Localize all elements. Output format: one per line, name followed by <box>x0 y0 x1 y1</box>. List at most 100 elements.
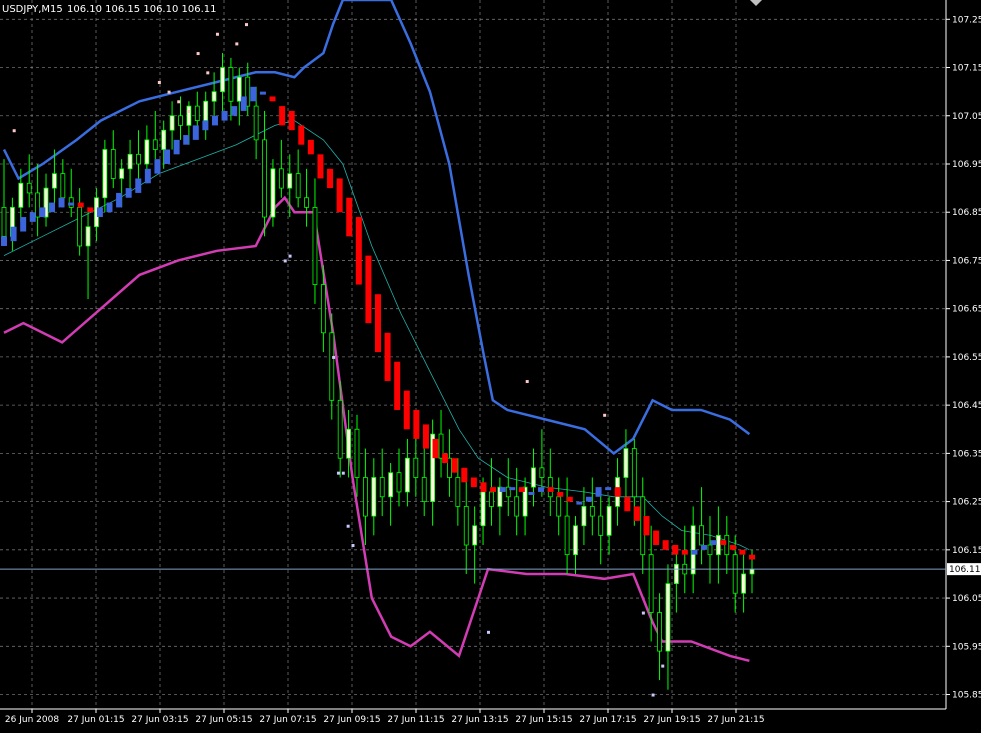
candle-body <box>262 139 267 218</box>
haiken-bar <box>192 125 199 140</box>
haiken-bar <box>394 361 401 410</box>
haiken-bar <box>96 207 103 218</box>
candle-body <box>388 472 394 498</box>
haiken-bar <box>422 424 429 449</box>
candle-body <box>152 139 158 150</box>
candle-body <box>573 525 578 556</box>
haiken-bar <box>576 501 583 505</box>
haiken-bar <box>125 188 132 198</box>
x-tick-label: 27 Jun 09:15 <box>323 715 380 725</box>
signal-dot-down <box>341 471 345 475</box>
haiken-bar <box>403 390 410 430</box>
haiken-bar <box>633 506 640 521</box>
haiken-bar <box>279 106 286 126</box>
candle-body <box>371 477 377 517</box>
y-tick-label: 106.75 <box>952 256 981 266</box>
candle-body <box>648 554 654 613</box>
x-tick-label: 27 Jun 17:15 <box>579 715 636 725</box>
candle-body <box>228 67 234 102</box>
candle-body <box>379 477 385 498</box>
candle-body <box>749 568 755 575</box>
haiken-bar <box>605 487 612 491</box>
y-tick-label: 106.65 <box>952 305 981 315</box>
candle-body <box>186 105 192 126</box>
haiken-bar <box>461 467 468 483</box>
candle-body <box>631 448 637 498</box>
candle-body <box>52 173 57 189</box>
candle-body <box>354 428 360 478</box>
candle-body <box>531 467 536 488</box>
haiken-bar <box>538 487 545 492</box>
ohlc-readout: 106.10 106.15 106.10 106.11 <box>67 4 217 15</box>
signal-dot-down <box>346 524 350 528</box>
chart-area[interactable]: 107.25 107.15 107.05 106.95 106.85 106.75 106.… <box>0 0 981 729</box>
haiken-bar <box>729 545 736 550</box>
signal-dot-up <box>206 71 210 75</box>
x-tick-label: 27 Jun 05:15 <box>195 715 252 725</box>
x-tick-label: 27 Jun 03:15 <box>131 715 188 725</box>
haiken-bar <box>211 115 218 126</box>
candle-body <box>657 612 662 652</box>
candle-body <box>606 506 612 536</box>
candle-body <box>455 477 461 507</box>
haiken-bar <box>1 236 7 246</box>
haiken-bar <box>365 255 372 324</box>
candle-body <box>623 448 629 478</box>
haiken-bar <box>518 487 525 492</box>
haiken-bar <box>509 487 516 491</box>
haiken-bar <box>547 487 554 492</box>
y-tick-label: 105.95 <box>952 642 981 652</box>
candle-body <box>489 491 494 507</box>
haiken-bar <box>480 482 487 492</box>
candle-body <box>724 534 730 556</box>
x-tick-label: 27 Jun 11:15 <box>387 715 444 725</box>
candle-body <box>85 226 91 247</box>
candle-body <box>707 544 713 556</box>
signal-dot-up <box>525 380 529 384</box>
candle-body <box>337 399 343 459</box>
signal-dot-down <box>283 259 287 263</box>
x-tick-label: 27 Jun 19:15 <box>643 715 700 725</box>
candle-body <box>514 496 520 517</box>
y-tick-label: 105.85 <box>952 691 981 701</box>
haiken-bar <box>432 438 439 459</box>
y-tick-label: 106.55 <box>952 353 981 363</box>
candle-body <box>715 534 721 556</box>
candle-body <box>220 67 225 93</box>
signal-dot-up <box>215 32 219 36</box>
x-tick-label: 27 Jun 07:15 <box>259 715 316 725</box>
y-tick-label: 106.85 <box>952 208 981 218</box>
haiken-bar <box>346 197 353 237</box>
haiken-bar <box>29 212 36 222</box>
candle-body <box>253 105 259 141</box>
candle-body <box>556 496 562 517</box>
candle-body <box>741 573 746 594</box>
candle-body <box>320 284 326 334</box>
y-tick-label: 106.05 <box>952 594 981 604</box>
candle-body <box>136 153 141 165</box>
haiken-bar <box>77 202 84 208</box>
haiken-bar <box>355 217 362 285</box>
haiken-bar <box>144 168 151 184</box>
candle-body <box>581 506 587 527</box>
candle-body <box>26 182 32 194</box>
haiken-bar <box>624 496 631 512</box>
haiken-bar <box>106 202 113 213</box>
haiken-bar <box>653 530 660 546</box>
y-tick-label: 106.15 <box>952 546 981 556</box>
haiken-bar <box>231 106 238 116</box>
price-chart[interactable]: 107.25 107.15 107.05 106.95 106.85 106.75 106.… <box>0 0 981 729</box>
signal-dot-up <box>235 42 239 46</box>
candle-body <box>127 153 133 170</box>
haiken-bar <box>39 207 46 218</box>
candle-body <box>564 515 570 556</box>
candle-body <box>236 76 242 102</box>
candle-body <box>312 206 318 285</box>
haiken-bar <box>116 192 123 208</box>
candle-body <box>295 173 301 199</box>
signal-dot-down <box>487 630 490 634</box>
signal-dot-down <box>336 471 340 475</box>
candle-body <box>1 206 7 237</box>
signal-dot-up <box>12 129 16 133</box>
haiken-bar <box>413 409 420 439</box>
